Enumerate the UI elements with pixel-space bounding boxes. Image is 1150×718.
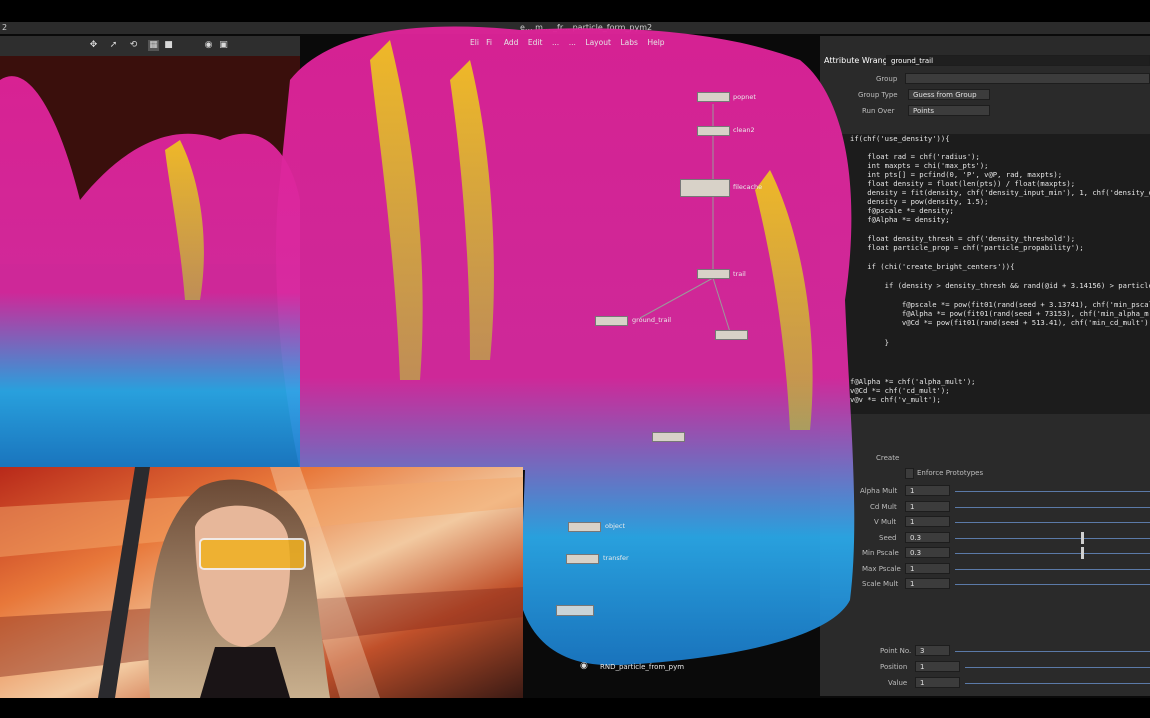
node-label: trail <box>733 270 746 278</box>
menu-item[interactable]: Add <box>504 38 519 47</box>
node-label: ground_trail <box>632 316 672 324</box>
network-node[interactable] <box>697 126 730 136</box>
network-menu-bar: Eli Fi Add Edit ... ... Layout Labs Help <box>470 38 665 47</box>
node-label: clean2 <box>733 126 755 134</box>
render-node-icon[interactable]: ◉ <box>580 661 588 671</box>
node-label: transfer <box>603 554 629 562</box>
network-node[interactable] <box>568 522 601 532</box>
menu-item[interactable]: ... <box>552 38 559 47</box>
screen-recording: 2 e... m... _fr... particle_form_pym2 ✥ … <box>0 0 1150 718</box>
menu-item[interactable]: Labs <box>620 38 637 47</box>
letterbox-bottom <box>0 698 1150 718</box>
network-node[interactable] <box>697 269 730 279</box>
network-node[interactable] <box>715 330 748 340</box>
node-label: filecache <box>733 183 763 191</box>
particle-cloud-left <box>0 76 300 470</box>
network-node[interactable] <box>680 179 730 197</box>
presenter-video <box>0 467 523 698</box>
menu-item[interactable]: Fi <box>486 38 492 47</box>
node-label: popnet <box>733 93 756 101</box>
render-node-label: RND_particle_from_pym <box>600 663 685 671</box>
presenter-video-frame <box>0 467 523 698</box>
network-node[interactable] <box>556 605 594 616</box>
network-node[interactable] <box>566 554 599 564</box>
network-node[interactable] <box>595 316 628 326</box>
network-node[interactable] <box>652 432 685 442</box>
menu-item[interactable]: ... <box>569 38 576 47</box>
node-label: object <box>605 522 626 530</box>
menu-item[interactable]: Help <box>647 38 664 47</box>
menu-item[interactable]: Layout <box>585 38 611 47</box>
network-node[interactable] <box>697 92 730 102</box>
menu-item[interactable]: Eli <box>470 38 479 47</box>
menu-item[interactable]: Edit <box>528 38 543 47</box>
